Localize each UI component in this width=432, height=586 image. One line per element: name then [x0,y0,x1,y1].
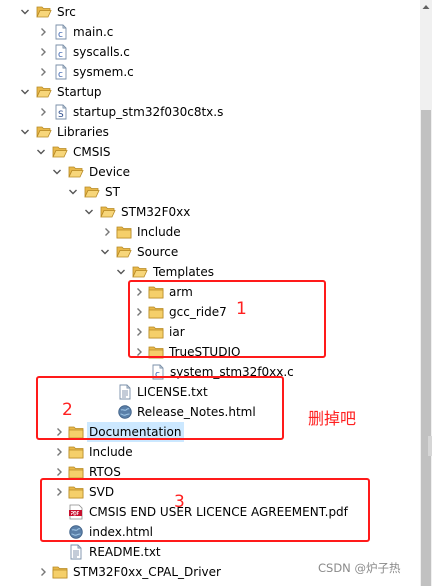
expanded-chevron-icon[interactable] [52,162,62,182]
annotation-box-2 [36,376,284,440]
annotation-number-2: 2 [62,400,73,420]
expanded-chevron-icon[interactable] [36,142,46,162]
tree-row-device-include[interactable]: Include [0,222,420,242]
open-folder-icon [36,4,52,20]
tree-row-label: Startup [57,85,102,99]
svg-text:c: c [58,70,63,80]
tree-row-source[interactable]: Source [0,242,420,262]
open-folder-icon [68,164,84,180]
expanded-chevron-icon[interactable] [20,2,30,22]
collapsed-chevron-icon[interactable] [38,102,48,122]
c-file-icon: c [53,64,69,80]
open-folder-icon [36,124,52,140]
annotation-box-1 [128,280,326,358]
svg-text:c: c [58,50,63,60]
collapsed-chevron-icon[interactable] [38,42,48,62]
annotation-box-3 [40,478,370,542]
tree-row-label: ST [105,185,120,199]
expanded-chevron-icon[interactable] [84,202,94,222]
folder-icon [52,564,68,580]
open-folder-icon [132,264,148,280]
tree-row-templates[interactable]: Templates [0,262,420,282]
tree-row-startup-asm[interactable]: S startup_stm32f030c8tx.s [0,102,420,122]
open-folder-icon [36,84,52,100]
tree-row-device[interactable]: Device [0,162,420,182]
tree-row-include[interactable]: Include [0,442,420,462]
tree-row-cmsis[interactable]: CMSIS [0,142,420,162]
asm-file-icon: S [53,104,69,120]
collapsed-chevron-icon[interactable] [54,442,64,462]
tree-row-label: syscalls.c [73,45,130,59]
expanded-chevron-icon[interactable] [20,82,30,102]
tree-row-label: README.txt [89,545,161,559]
open-folder-icon [116,244,132,260]
open-folder-icon [52,144,68,160]
tree-row-stm32f0xx[interactable]: STM32F0xx [0,202,420,222]
scrollbar-thumb[interactable] [421,110,431,586]
open-folder-icon [100,204,116,220]
vertical-scrollbar[interactable] [420,0,432,586]
watermark: CSDN @炉子热 [318,561,401,575]
adjacent-panel-edge [428,436,432,456]
tree-row-label: Include [137,225,181,239]
tree-row-main-c[interactable]: c main.c [0,22,420,42]
tree-row-syscalls-c[interactable]: c syscalls.c [0,42,420,62]
tree-row-label: Src [57,5,76,19]
tree-row-label: Libraries [57,125,109,139]
tree-row-src[interactable]: Src [0,2,420,22]
collapsed-chevron-icon[interactable] [38,22,48,42]
svg-text:c: c [58,30,63,40]
collapsed-chevron-icon[interactable] [102,222,112,242]
open-folder-icon [84,184,100,200]
expanded-chevron-icon[interactable] [20,122,30,142]
c-file-icon: c [53,44,69,60]
tree-row-label: startup_stm32f030c8tx.s [73,105,224,119]
collapsed-chevron-icon[interactable] [38,62,48,82]
tree-row-label: main.c [73,25,114,39]
svg-text:S: S [58,110,64,120]
tree-row-label: Source [137,245,179,259]
expanded-chevron-icon[interactable] [68,182,78,202]
tree-row-st[interactable]: ST [0,182,420,202]
folder-icon [68,444,84,460]
annotation-number-1: 1 [236,299,247,319]
annotation-delete-note: 删掉吧 [308,409,357,428]
annotation-number-3: 3 [174,492,185,512]
expanded-chevron-icon[interactable] [116,262,126,282]
tree-row-label: STM32F0xx [121,205,191,219]
expanded-chevron-icon[interactable] [100,242,110,262]
scroll-up-arrow-icon[interactable] [420,0,432,14]
collapsed-chevron-icon[interactable] [38,562,48,582]
tree-row-label: CMSIS [73,145,111,159]
tree-row-libraries[interactable]: Libraries [0,122,420,142]
tree-row-label: Templates [153,265,215,279]
tree-row-label: STM32F0xx_CPAL_Driver [73,565,221,579]
tree-row-readme-txt[interactable]: README.txt [0,542,420,562]
tree-row-label: Device [89,165,131,179]
c-file-icon: c [53,24,69,40]
folder-icon [116,224,132,240]
tree-row-sysmem-c[interactable]: c sysmem.c [0,62,420,82]
tree-row-label: Include [89,445,133,459]
tree-row-startup[interactable]: Startup [0,82,420,102]
tree-row-label: sysmem.c [73,65,134,79]
text-file-icon [68,544,84,560]
